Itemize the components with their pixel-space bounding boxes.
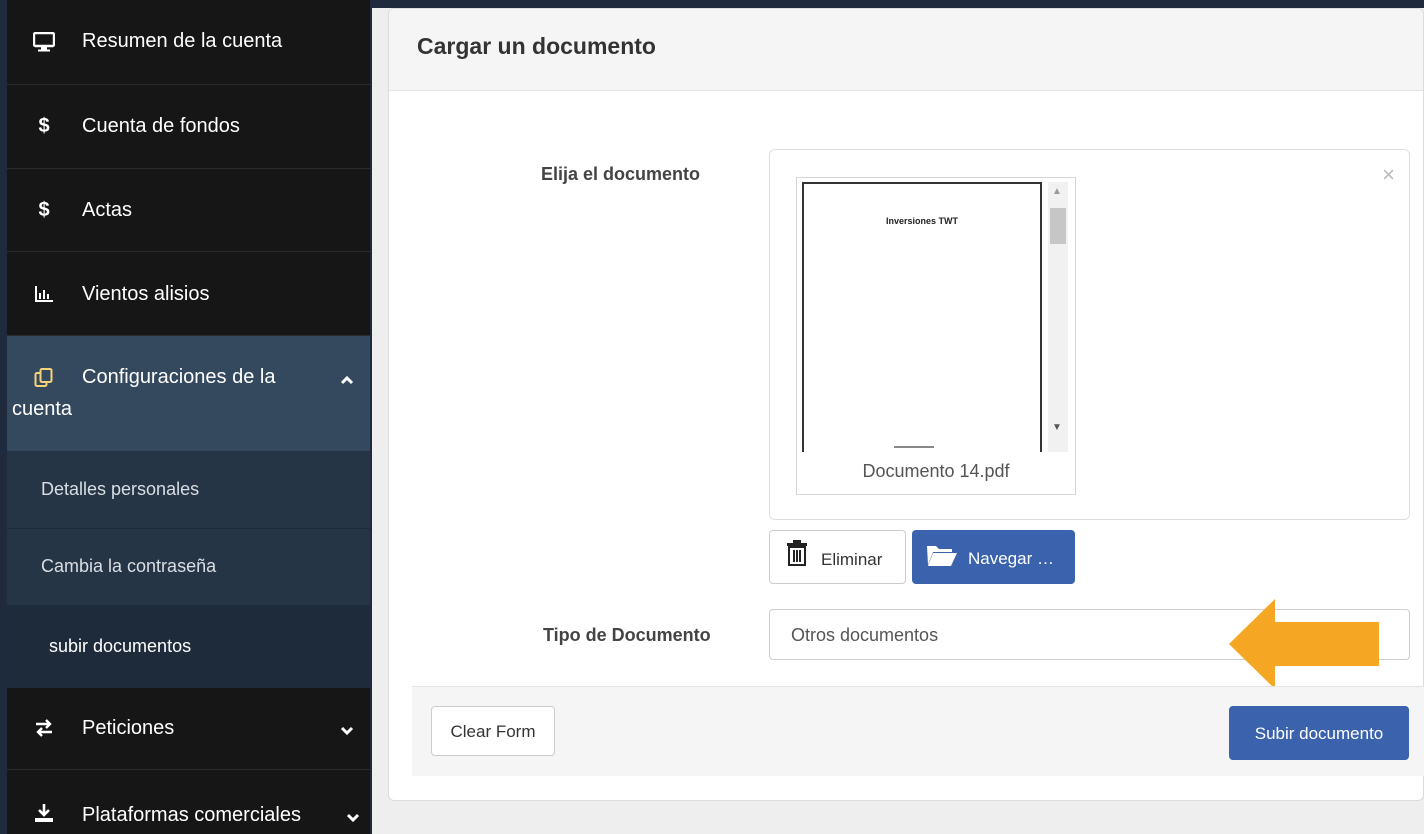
sidebar-item-resumen[interactable]: Resumen de la cuenta (7, 0, 370, 85)
sidebar-item-label: Actas (82, 199, 133, 221)
document-heading: Inversiones TWT (885, 216, 958, 226)
clear-form-label: Clear Form (450, 722, 536, 741)
submit-document-label: Subir documento (1254, 724, 1384, 743)
sidebar-item-actas[interactable]: $ Actas (7, 169, 370, 252)
clear-form-button[interactable]: Clear Form (431, 706, 555, 756)
document-type-value: Otros documentos (791, 625, 939, 645)
browse-button-label: Navegar … (968, 549, 1054, 568)
download-icon (33, 802, 55, 824)
dollar-icon: $ (38, 114, 50, 137)
sidebar-item-label: Peticiones (82, 717, 175, 739)
sidebar-subitem-label: Detalles personales (41, 479, 200, 499)
sidebar-item-label: Cuenta de fondos (82, 115, 240, 137)
file-name: Documento 14.pdf (862, 461, 1010, 481)
sidebar: Resumen de la cuenta $ Cuenta de fondos … (7, 0, 370, 834)
close-icon[interactable]: × (1382, 162, 1395, 188)
sidebar-item-peticiones[interactable]: Peticiones (7, 688, 370, 770)
chevron-up-icon (340, 372, 354, 388)
choose-document-label: Elija el documento (541, 164, 701, 184)
submit-document-button[interactable]: Subir documento (1229, 706, 1409, 760)
sidebar-item-label: Plataformas comerciales (82, 804, 301, 826)
document-type-label: Tipo de Documento (543, 625, 711, 645)
sidebar-subitem-label: subir documentos (49, 636, 192, 656)
scroll-down-arrow-icon[interactable]: ▼ (1052, 422, 1062, 433)
main-content: Cargar un documento Elija el documento ×… (372, 8, 1424, 834)
bar-chart-icon (33, 283, 55, 305)
sidebar-subitem-label: Cambia la contraseña (41, 556, 217, 576)
pointer-arrow-icon (1229, 599, 1379, 689)
trash-icon (784, 539, 810, 572)
file-thumbnail: Inversiones TWT ▲ ▼ Documento 14.pdf (796, 177, 1076, 495)
page-title: Cargar un documento (417, 33, 656, 59)
exchange-icon (33, 717, 55, 739)
scroll-thumb[interactable] (1050, 208, 1066, 244)
scroll-up-arrow-icon[interactable]: ▲ (1052, 186, 1062, 197)
delete-button-label: Eliminar (821, 550, 883, 569)
sidebar-item-label: Vientos alisios (82, 283, 210, 305)
sidebar-item-plataformas[interactable]: Plataformas comerciales (7, 770, 370, 834)
chevron-down-icon (340, 723, 354, 739)
sidebar-item-label: Resumen de la cuenta (82, 30, 283, 52)
sidebar-item-cuenta-fondos[interactable]: $ Cuenta de fondos (7, 85, 370, 169)
folder-open-icon (926, 543, 958, 572)
sidebar-item-label-cont: cuenta (12, 398, 73, 420)
sidebar-subitem-detalles[interactable]: Detalles personales (7, 451, 370, 529)
sidebar-item-configuraciones[interactable]: Configuraciones de la cuenta (7, 336, 370, 451)
document-page-preview: Inversiones TWT (802, 182, 1042, 452)
chevron-down-icon (346, 810, 360, 826)
document-footer-line (894, 446, 934, 448)
copy-icon (33, 367, 55, 389)
dollar-icon: $ (38, 198, 50, 221)
file-preview-panel: × Inversiones TWT ▲ ▼ Documento 14.pdf (769, 149, 1410, 520)
delete-button[interactable]: Eliminar (769, 530, 906, 584)
sidebar-subitem-subir-documentos[interactable]: subir documentos (7, 606, 370, 688)
upload-card: Cargar un documento Elija el documento ×… (388, 8, 1424, 801)
form-footer: Clear Form Subir documento (412, 686, 1424, 776)
sidebar-subitem-contrasena[interactable]: Cambia la contraseña (7, 529, 370, 606)
sidebar-item-vientos-alisios[interactable]: Vientos alisios (7, 252, 370, 336)
card-header: Cargar un documento (389, 9, 1423, 91)
browse-button[interactable]: Navegar … (912, 530, 1075, 584)
sidebar-item-label: Configuraciones de la (82, 366, 276, 388)
monitor-icon (33, 31, 55, 53)
